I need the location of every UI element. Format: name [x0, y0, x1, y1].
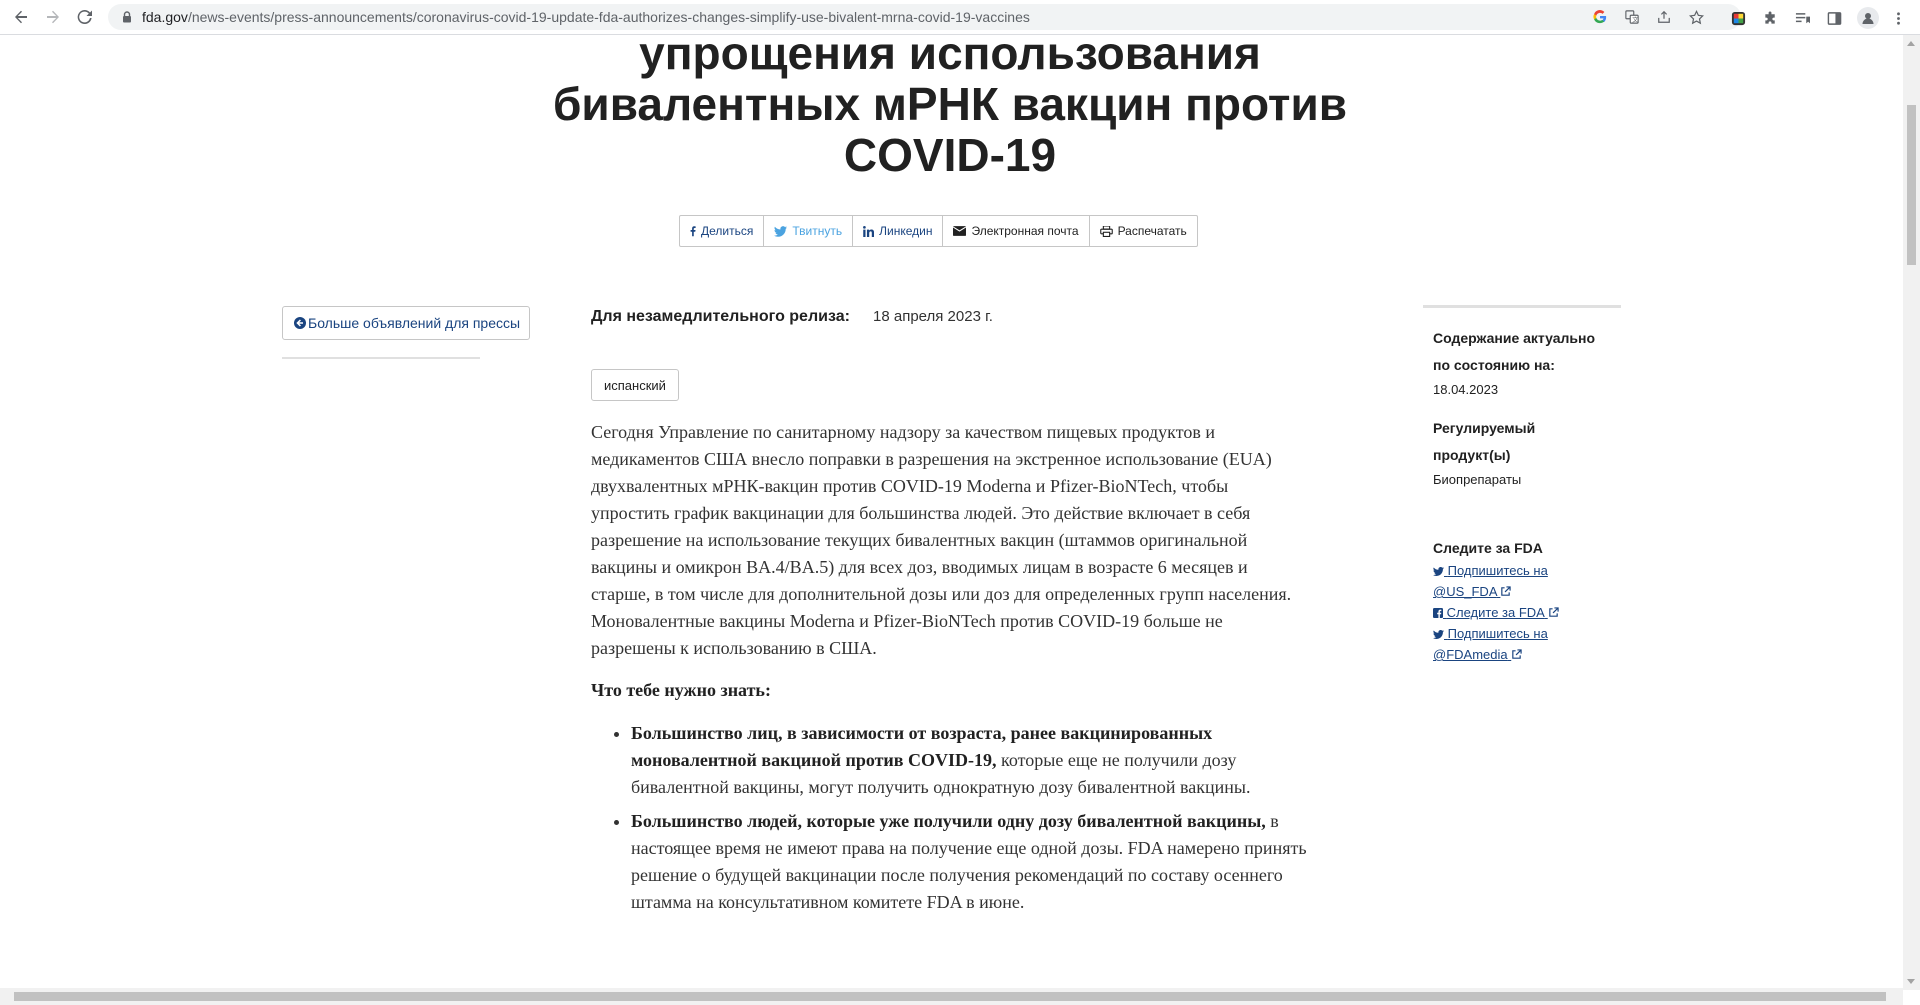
- twitter-icon: [774, 226, 787, 237]
- printer-icon: [1100, 226, 1113, 237]
- print-label: Распечатать: [1118, 224, 1187, 238]
- article-body: Сегодня Управление по санитарному надзор…: [591, 419, 1311, 923]
- horizontal-scroll-thumb[interactable]: [14, 992, 1886, 1001]
- external-link-icon: [1548, 607, 1559, 618]
- release-label: Для незамедлительного релиза:: [591, 308, 850, 325]
- reload-icon[interactable]: [73, 5, 97, 29]
- back-arrow-icon[interactable]: [9, 5, 33, 29]
- intro-paragraph: Сегодня Управление по санитарному надзор…: [591, 419, 1311, 662]
- follow-fda-facebook-label: Следите за FDA: [1447, 605, 1545, 620]
- follow-us-fda-link[interactable]: Подпишитесь на @US_FDA: [1433, 560, 1573, 602]
- left-divider: [282, 357, 480, 359]
- content-current-value: 18.04.2023: [1433, 379, 1613, 401]
- share-email-button[interactable]: Электронная почта: [943, 216, 1089, 246]
- list-item: Большинство людей, которые уже получили …: [631, 808, 1311, 916]
- content-current-label: Содержание актуально по состоянию на:: [1433, 325, 1613, 379]
- spanish-version-button[interactable]: испанский: [591, 369, 679, 401]
- article-headline: упрощения использования бивалентных мРНК…: [520, 28, 1380, 181]
- facebook-square-icon: [1433, 608, 1443, 618]
- scroll-up-arrow-icon[interactable]: [1907, 41, 1915, 46]
- headline-line: COVID-19: [520, 130, 1380, 181]
- google-icon[interactable]: [1592, 9, 1608, 25]
- share-page-icon[interactable]: [1656, 9, 1672, 25]
- extensions-puzzle-icon[interactable]: [1761, 9, 1779, 27]
- forward-arrow-icon[interactable]: [41, 5, 65, 29]
- release-info: Для незамедлительного релиза: 18 апреля …: [591, 307, 850, 327]
- list-item-bold: Большинство людей, которые уже получили …: [631, 811, 1266, 831]
- profile-avatar-icon[interactable]: [1857, 7, 1879, 29]
- content-current-block: Содержание актуально по состоянию на: 18…: [1433, 325, 1613, 401]
- regulated-product-label: Регулируемый продукт(ы): [1433, 415, 1573, 469]
- external-link-icon: [1500, 586, 1511, 597]
- scroll-down-arrow-icon[interactable]: [1907, 979, 1915, 984]
- headline-line: бивалентных мРНК вакцин против: [520, 79, 1380, 130]
- follow-fdamedia-link[interactable]: Подпишитесь на @FDAmedia: [1433, 623, 1573, 665]
- share-toolbar: Делиться Твитнуть Линкедин Электронная п…: [679, 215, 1198, 247]
- menu-kebab-icon[interactable]: [1889, 9, 1907, 27]
- follow-fdamedia-label: Подпишитесь на @FDAmedia: [1433, 626, 1548, 662]
- translate-icon[interactable]: 文: [1624, 9, 1640, 25]
- share-linkedin-label: Линкедин: [879, 224, 932, 238]
- lock-icon[interactable]: [120, 10, 134, 24]
- regulated-product-value: Биопрепараты: [1433, 469, 1613, 491]
- linkedin-icon: [863, 226, 874, 237]
- vertical-scroll-thumb[interactable]: [1907, 105, 1916, 265]
- share-linkedin-button[interactable]: Линкедин: [853, 216, 943, 246]
- extension-colorful-icon[interactable]: [1729, 9, 1747, 27]
- share-email-label: Электронная почта: [971, 224, 1078, 238]
- reading-list-icon[interactable]: [1793, 9, 1811, 27]
- regulated-product-block: Регулируемый продукт(ы) Биопрепараты: [1433, 415, 1613, 491]
- headline-line: упрощения использования: [520, 28, 1380, 79]
- release-date: 18 апреля 2023 г.: [873, 307, 993, 327]
- list-item: Большинство лиц, в зависимости от возрас…: [631, 720, 1311, 801]
- more-press-announcements-button[interactable]: Больше объявлений для прессы: [282, 306, 530, 340]
- side-panel-icon[interactable]: [1825, 9, 1843, 27]
- share-facebook-button[interactable]: Делиться: [680, 216, 764, 246]
- svg-text:文: 文: [1632, 16, 1638, 24]
- twitter-icon: [1433, 630, 1444, 639]
- vertical-scrollbar[interactable]: [1903, 35, 1920, 990]
- facebook-icon: [690, 225, 696, 237]
- follow-fda-block: Следите за FDA Подпишитесь на @US_FDA Сл…: [1433, 538, 1623, 665]
- follow-us-fda-label: Подпишитесь на @US_FDA: [1433, 563, 1548, 599]
- follow-fda-title: Следите за FDA: [1433, 538, 1623, 558]
- bookmark-star-icon[interactable]: [1688, 9, 1704, 25]
- share-facebook-label: Делиться: [701, 224, 753, 238]
- share-twitter-label: Твитнуть: [792, 224, 842, 238]
- key-points-list: Большинство лиц, в зависимости от возрас…: [591, 720, 1311, 916]
- horizontal-scrollbar[interactable]: [0, 988, 1903, 1005]
- more-press-announcements-label: Больше объявлений для прессы: [308, 315, 520, 331]
- share-twitter-button[interactable]: Твитнуть: [764, 216, 853, 246]
- envelope-icon: [953, 226, 966, 236]
- follow-fda-facebook-link[interactable]: Следите за FDA: [1433, 602, 1623, 623]
- external-link-icon: [1511, 649, 1522, 660]
- right-divider: [1423, 305, 1621, 308]
- print-button[interactable]: Распечатать: [1090, 216, 1197, 246]
- url-text[interactable]: fda.gov/news-events/press-announcements/…: [142, 9, 1030, 25]
- arrow-circle-left-icon: [294, 317, 306, 329]
- twitter-icon: [1433, 567, 1444, 576]
- section-subheading: Что тебе нужно знать:: [591, 677, 1311, 704]
